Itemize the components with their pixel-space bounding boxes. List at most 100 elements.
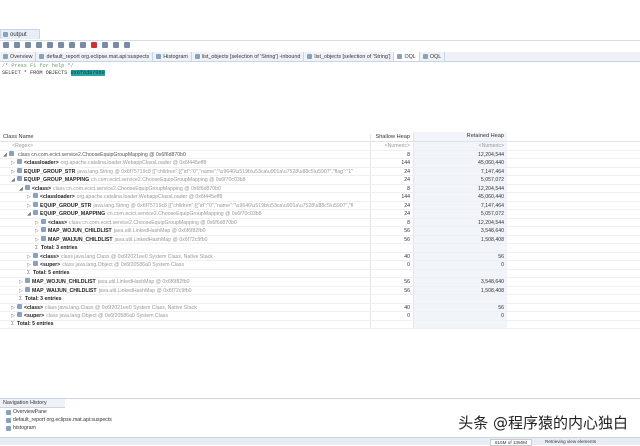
table-row[interactable]: ▷ <super> class java.lang.Object @ 0x6f205… bbox=[0, 261, 640, 270]
table-row[interactable]: Σ Total: 3 entries bbox=[0, 295, 640, 304]
shallow-heap-cell: 40 bbox=[370, 252, 413, 260]
table-row[interactable]: ▷ <classloader> org.apache.catalina.loader… bbox=[0, 159, 640, 168]
object-icon bbox=[25, 184, 30, 190]
table-row[interactable]: ▷ <classloader> org.apache.catalina.loader… bbox=[0, 193, 640, 202]
table-row[interactable]: Σ Total: 5 entries bbox=[0, 320, 640, 329]
field-name: MAP_WOJUN_CHILDLIST bbox=[48, 228, 112, 235]
column-retained-heap[interactable]: Retained Heap bbox=[413, 132, 507, 141]
shallow-heap-cell bbox=[370, 320, 413, 328]
table-row[interactable]: ▷ <class> class java.lang.Class @ 0x6f2021… bbox=[0, 252, 640, 261]
object-description: java.util.LinkedHashMap @ 0x6f6f82fb0 bbox=[113, 228, 206, 235]
query-browser-icon[interactable] bbox=[58, 42, 64, 48]
table-row[interactable]: ◢ class cn.com.ecict.service2.ChooseEquip… bbox=[0, 150, 640, 159]
retained-heap-cell: 45,060,440 bbox=[413, 193, 507, 201]
editor-tab[interactable]: OQL bbox=[420, 52, 446, 61]
table-row[interactable]: ▷ MAP_WAIJUN_CHILDLIST java.util.LinkedHas… bbox=[0, 286, 640, 295]
retained-heap-cell: 12,204,544 bbox=[413, 184, 507, 192]
class-name-cell: ▷ EQUIP_GROUP_STR java.lang.String @ 0x6f7… bbox=[0, 167, 370, 175]
table-row[interactable]: ▷ EQUIP_GROUP_STR java.lang.String @ 0x6f7… bbox=[0, 167, 640, 176]
navigation-history-tab[interactable]: Navigation History bbox=[0, 399, 65, 408]
retained-heap-cell: 1,508,408 bbox=[413, 235, 507, 243]
object-icon bbox=[41, 235, 46, 241]
editor-tab[interactable]: Overview bbox=[0, 52, 37, 61]
class-name-cell: Σ Total: 5 entries bbox=[0, 270, 370, 276]
object-icon bbox=[17, 303, 22, 309]
editor-tab[interactable]: list_objects [selection of 'String'] -in… bbox=[192, 52, 305, 61]
field-name: <classloader> bbox=[40, 194, 75, 201]
editor-tab[interactable]: Histogram bbox=[153, 52, 192, 61]
field-name: <super> bbox=[40, 262, 61, 269]
histogram-icon[interactable] bbox=[14, 42, 20, 48]
table-row[interactable]: ▷ <class> class java.lang.Class @ 0x6f2021… bbox=[0, 303, 640, 312]
toolbar bbox=[0, 40, 640, 49]
tab-icon bbox=[156, 54, 162, 59]
field-name: EQUIP_GROUP_MAPPING bbox=[24, 177, 90, 184]
class-name-cell: ▷ MAP_WAIJUN_CHILDLIST java.util.LinkedHas… bbox=[0, 286, 370, 294]
field-name: MAP_WOJUN_CHILDLIST bbox=[32, 279, 96, 286]
filter-class-name[interactable]: <Regex> bbox=[0, 143, 370, 149]
dominator-icon[interactable] bbox=[25, 42, 31, 48]
object-description: java.lang.String @ 0x6f75719c8 [{"childr… bbox=[77, 168, 353, 175]
object-description: org.apache.catalina.loader.WebappClassLo… bbox=[60, 160, 207, 167]
grouping-icon[interactable] bbox=[102, 42, 108, 48]
shallow-heap-cell: 40 bbox=[370, 303, 413, 311]
table-row[interactable]: ▷ MAP_WAIJUN_CHILDLIST java.util.LinkedHas… bbox=[0, 235, 640, 244]
field-name: Total: 5 entries bbox=[33, 270, 70, 277]
shallow-heap-cell: 56 bbox=[370, 286, 413, 294]
table-row[interactable]: ◢ <class> class cn.com.ecict.service2.Choo… bbox=[0, 184, 640, 193]
table-row[interactable]: Σ Total: 3 entries bbox=[0, 244, 640, 253]
object-icon bbox=[33, 201, 38, 207]
class-name-cell: ◢ EQUIP_GROUP_MAPPING cn.com.ecict.service… bbox=[0, 176, 370, 183]
watermark: 头条 @程序猿的内心独白 bbox=[458, 414, 628, 432]
table-row[interactable]: ▷ <class> class cn.com.ecict.service2.Choo… bbox=[0, 218, 640, 227]
table-row[interactable]: ▷ EQUIP_GROUP_STR java.lang.String @ 0x6f7… bbox=[0, 201, 640, 210]
object-icon bbox=[41, 227, 46, 233]
table-row[interactable]: ◢ EQUIP_GROUP_MAPPING cn.com.ecict.service… bbox=[0, 210, 640, 219]
field-name: <class> bbox=[40, 253, 60, 260]
class-name-cell: ▷ MAP_WOJUN_CHILDLIST java.util.LinkedHash… bbox=[0, 227, 370, 234]
object-icon bbox=[33, 252, 38, 258]
calc-icon[interactable] bbox=[124, 42, 130, 48]
editor-tab[interactable]: list_objects [selection of 'String'] bbox=[304, 52, 395, 61]
object-description: java.util.LinkedHashMap @ 0x6f72c9fb0 bbox=[114, 236, 208, 243]
thread-icon[interactable] bbox=[47, 42, 53, 48]
report-icon bbox=[6, 417, 11, 423]
oql-editor[interactable]: /* Press F1 for help */ SELECT * FROM OB… bbox=[2, 63, 105, 76]
table-row[interactable]: ▷ MAP_WOJUN_CHILDLIST java.util.LinkedHash… bbox=[0, 227, 640, 236]
table-header: Class Name Shallow Heap Retained Heap bbox=[0, 132, 640, 142]
export-icon[interactable] bbox=[113, 42, 119, 48]
object-description: class java.lang.Class @ 0x6f2021ee0 Syst… bbox=[45, 304, 197, 311]
editor-tab[interactable]: OQL bbox=[394, 52, 420, 61]
info-icon[interactable] bbox=[3, 42, 9, 48]
filter-shallow[interactable]: <Numeric> bbox=[370, 142, 413, 150]
table-row[interactable]: Σ Total: 5 entries bbox=[0, 269, 640, 278]
view-tab-output[interactable]: output bbox=[0, 29, 40, 39]
filter-row: <Regex> <Numeric> <Numeric> bbox=[0, 142, 640, 151]
table-row[interactable]: ▷ <super> class java.lang.Object @ 0x6f205… bbox=[0, 312, 640, 321]
retained-heap-cell: 7,147,464 bbox=[413, 167, 507, 175]
table-row[interactable]: ◢ EQUIP_GROUP_MAPPING cn.com.ecict.service… bbox=[0, 176, 640, 185]
report-icon[interactable] bbox=[69, 42, 75, 48]
shallow-heap-cell bbox=[370, 269, 413, 277]
field-name: <class> bbox=[24, 304, 44, 311]
info-icon bbox=[6, 409, 11, 415]
column-class-name[interactable]: Class Name bbox=[0, 134, 370, 140]
class-name-cell: ▷ <super> class java.lang.Object @ 0x6f205… bbox=[0, 312, 370, 319]
column-shallow-heap[interactable]: Shallow Heap bbox=[370, 133, 413, 140]
shallow-heap-cell: 144 bbox=[370, 193, 413, 201]
stop-icon[interactable] bbox=[91, 42, 97, 48]
field-name: EQUIP_GROUP_STR bbox=[24, 168, 76, 175]
filter-retained[interactable]: <Numeric> bbox=[413, 142, 507, 150]
retained-heap-cell: 3,548,640 bbox=[413, 227, 507, 235]
tab-icon bbox=[194, 54, 200, 59]
oql-icon[interactable] bbox=[36, 42, 42, 48]
search-icon[interactable] bbox=[80, 42, 86, 48]
object-description: class cn.com.ecict.service2.ChooseEquipG… bbox=[18, 151, 186, 158]
editor-tab[interactable]: default_report org.eclipse.mat.api:suspe… bbox=[36, 52, 154, 61]
editor-tabs: Overview default_report org.eclipse.mat.a… bbox=[0, 52, 640, 62]
tab-icon bbox=[3, 54, 8, 59]
object-icon bbox=[33, 193, 38, 199]
object-icon bbox=[33, 261, 38, 267]
table-row[interactable]: ▷ MAP_WOJUN_CHILDLIST java.util.LinkedHash… bbox=[0, 278, 640, 287]
shallow-heap-cell: 56 bbox=[370, 278, 413, 286]
